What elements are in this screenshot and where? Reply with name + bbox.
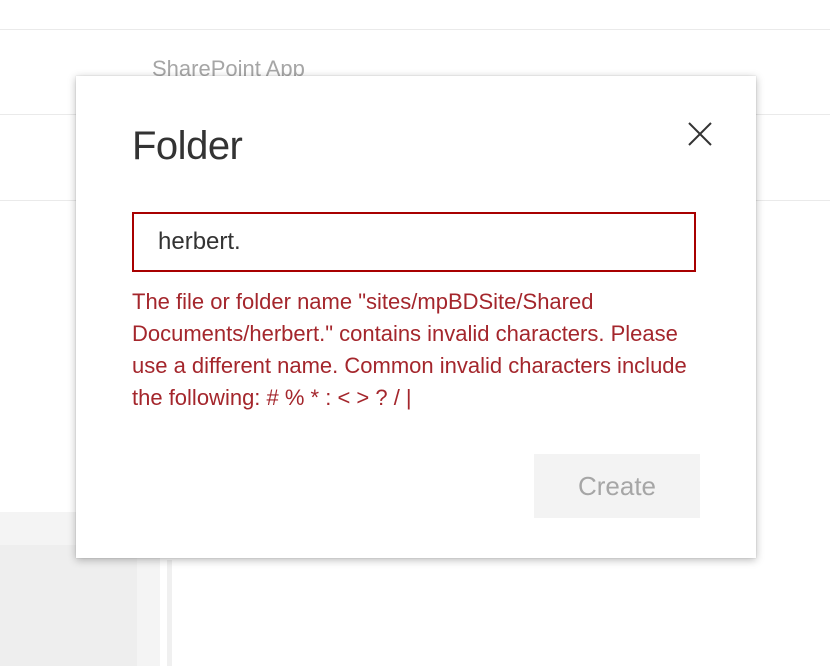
close-icon [688, 122, 712, 146]
page: SharePoint App Folder The file or folder… [0, 0, 830, 666]
new-folder-dialog: Folder The file or folder name "sites/mp… [76, 76, 756, 558]
background-card [0, 545, 137, 666]
folder-name-input[interactable] [132, 212, 696, 272]
error-message: The file or folder name "sites/mpBDSite/… [132, 289, 687, 410]
header-divider [0, 29, 830, 30]
background-divider [167, 560, 172, 666]
close-button[interactable] [680, 114, 720, 154]
dialog-title: Folder [132, 124, 243, 168]
create-button[interactable]: Create [534, 454, 700, 518]
